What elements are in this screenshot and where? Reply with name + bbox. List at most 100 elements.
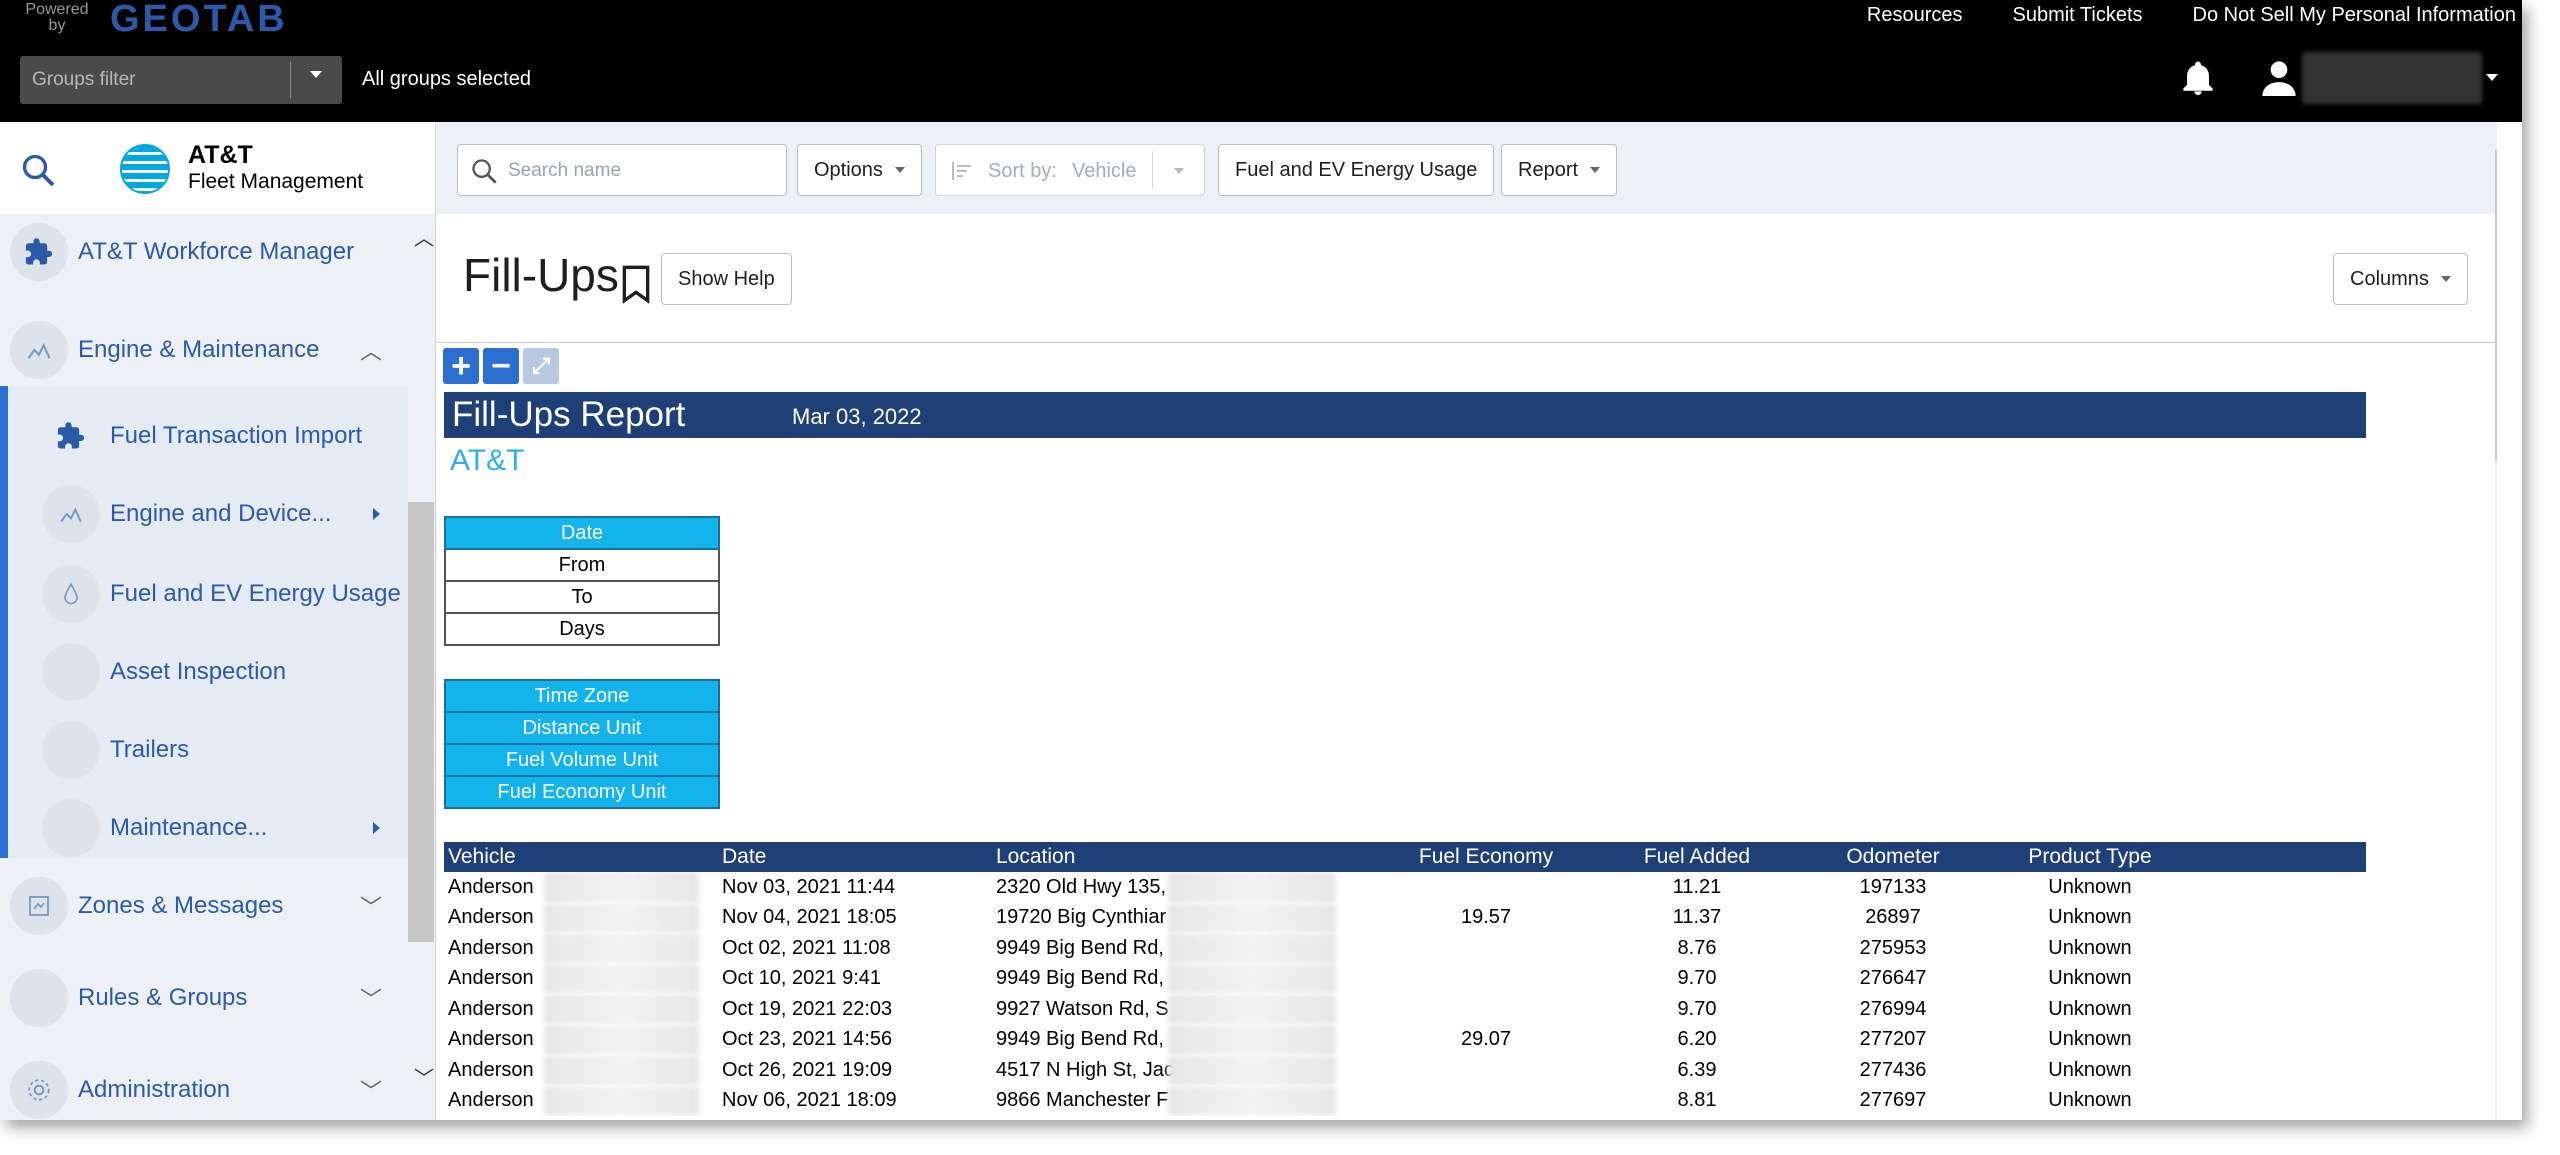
cell-fuel-economy-text: 19.57 bbox=[1460, 906, 1512, 929]
cell-vehicle-text: Anderson bbox=[448, 1028, 534, 1051]
param-header: Time Zone bbox=[444, 679, 720, 713]
report-title: Fill-Ups Report bbox=[452, 395, 686, 434]
resources-link[interactable]: Resources bbox=[1867, 4, 1963, 27]
user-name-redacted[interactable] bbox=[2302, 52, 2482, 104]
report-date: Mar 03, 2022 bbox=[792, 404, 922, 429]
cell-odometer-text: 277207 bbox=[1859, 1028, 1927, 1051]
submit-tickets-link[interactable]: Submit Tickets bbox=[2012, 4, 2142, 27]
table-row: Anderson Oct 02, 2021 11:08 9949 Big Bend … bbox=[444, 933, 2366, 964]
redacted-vehicle-name bbox=[544, 902, 699, 933]
sort-label: Sort by: bbox=[988, 160, 1057, 182]
do-not-sell-link[interactable]: Do Not Sell My Personal Information bbox=[2193, 4, 2516, 27]
groups-filter-placeholder: Groups filter bbox=[32, 69, 136, 90]
cell-fuel-added-text: 6.39 bbox=[1677, 1058, 1717, 1081]
sidebar-item-rules-groups[interactable]: Rules & Groups ﹀ bbox=[0, 960, 408, 1036]
cell-fuel-economy bbox=[1370, 933, 1602, 964]
cell-spacer bbox=[2186, 994, 2366, 1025]
logo-name: AT&T bbox=[188, 141, 253, 169]
scroll-down-icon[interactable]: ﹀ bbox=[414, 1062, 434, 1091]
chevron-down-icon[interactable]: ﹀ bbox=[360, 982, 382, 1014]
zoom-out-icon[interactable]: − bbox=[483, 348, 519, 384]
columns-button[interactable]: Columns bbox=[2333, 253, 2468, 305]
sidebar-item-engine-maintenance[interactable]: Engine & Maintenance ︿ bbox=[0, 312, 408, 388]
blank-icon bbox=[10, 969, 68, 1027]
cell-product-type-text: Unknown bbox=[2048, 997, 2132, 1020]
caret-right-icon[interactable] bbox=[373, 508, 380, 520]
cell-odometer: 277207 bbox=[1792, 1025, 1994, 1056]
cell-odometer-text: 276994 bbox=[1859, 997, 1927, 1020]
param-label: Days bbox=[444, 612, 720, 646]
options-label: Options bbox=[814, 158, 883, 181]
bell-icon[interactable] bbox=[2180, 60, 2216, 98]
options-button[interactable]: Options bbox=[797, 144, 922, 196]
cell-vehicle-text: Anderson bbox=[448, 997, 534, 1020]
chevron-down-icon[interactable] bbox=[2486, 74, 2498, 81]
redacted-location bbox=[1168, 872, 1336, 903]
fuel-ev-usage-label: Fuel and EV Energy Usage bbox=[1235, 158, 1478, 181]
caret-right-icon[interactable] bbox=[373, 822, 380, 834]
search-input[interactable]: Search name bbox=[457, 144, 787, 196]
sidebar-item-zones-messages[interactable]: Zones & Messages ﹀ bbox=[0, 868, 408, 944]
chevron-up-icon[interactable]: ︿ bbox=[360, 334, 382, 366]
fit-icon[interactable]: ⤢ bbox=[523, 348, 559, 384]
sidebar-item-fuel-ev-usage[interactable]: Fuel and EV Energy Usage bbox=[0, 556, 408, 632]
sidebar-scroll-thumb[interactable] bbox=[408, 502, 434, 942]
sidebar-item-asset-inspection[interactable]: Asset Inspection bbox=[0, 634, 408, 710]
cell-product-type: Unknown bbox=[1994, 933, 2186, 964]
cell-vehicle: Anderson bbox=[444, 902, 718, 933]
sort-dropdown[interactable]: Sort by: Vehicle bbox=[935, 144, 1205, 196]
sidebar-item-fuel-transaction-import[interactable]: Fuel Transaction Import bbox=[0, 398, 408, 474]
sidebar-item-trailers[interactable]: Trailers bbox=[0, 712, 408, 788]
cell-odometer: 277697 bbox=[1792, 1086, 1994, 1117]
user-icon[interactable] bbox=[2262, 60, 2296, 96]
sidebar-item-workforce-manager[interactable]: AT&T Workforce Manager bbox=[0, 214, 408, 290]
cell-fuel-added: 8.81 bbox=[1602, 1086, 1792, 1117]
zoom-in-icon[interactable]: + bbox=[443, 348, 479, 384]
redacted-location bbox=[1168, 902, 1336, 933]
top-bar: Powered by GEOTAB Resources Submit Ticke… bbox=[0, 0, 2522, 122]
scroll-up-icon[interactable]: ︿ bbox=[414, 222, 434, 251]
search-icon[interactable] bbox=[20, 152, 56, 188]
column-header-spacer bbox=[2186, 842, 2366, 872]
groups-filter-dropdown[interactable]: Groups filter bbox=[20, 56, 342, 104]
cell-location: 4517 N High St, Jac bbox=[992, 1055, 1370, 1086]
sidebar-item-label: Rules & Groups bbox=[78, 984, 248, 1011]
cell-odometer: 26897 bbox=[1792, 903, 1994, 934]
top-links: Resources Submit Tickets Do Not Sell My … bbox=[1867, 4, 2516, 27]
show-help-button[interactable]: Show Help bbox=[661, 253, 792, 305]
redacted-vehicle-name bbox=[544, 963, 699, 994]
cell-fuel-economy-text: 29.07 bbox=[1460, 1028, 1512, 1051]
sidebar-item-engine-device[interactable]: Engine and Device... bbox=[0, 476, 408, 552]
main-scroll-thumb[interactable] bbox=[2495, 150, 2497, 460]
cell-vehicle-text: Anderson bbox=[448, 875, 534, 898]
geotab-logo[interactable]: GEOTAB bbox=[110, 0, 288, 41]
fuel-ev-usage-button[interactable]: Fuel and EV Energy Usage bbox=[1218, 144, 1495, 196]
bookmark-icon[interactable] bbox=[619, 264, 653, 304]
report-label: Report bbox=[1518, 158, 1579, 181]
chevron-down-icon[interactable]: ﹀ bbox=[360, 1074, 382, 1106]
table-row: Anderson Nov 04, 2021 18:05 19720 Big Cynt… bbox=[444, 902, 2366, 934]
cell-product-type-text: Unknown bbox=[2048, 1028, 2132, 1051]
report-button[interactable]: Report bbox=[1501, 144, 1618, 196]
columns-label: Columns bbox=[2350, 267, 2429, 290]
cell-odometer-text: 277697 bbox=[1859, 1089, 1927, 1112]
sidebar-item-administration[interactable]: Administration ﹀ bbox=[0, 1052, 408, 1120]
chevron-down-icon[interactable] bbox=[1174, 168, 1184, 174]
sidebar-item-label: Trailers bbox=[110, 736, 190, 763]
cell-date: Oct 10, 2021 9:41 bbox=[718, 964, 992, 995]
param-header: Date bbox=[444, 516, 720, 550]
sort-value: Vehicle bbox=[1072, 160, 1137, 182]
cell-product-type: Unknown bbox=[1994, 872, 2186, 903]
cell-odometer-text: 197133 bbox=[1859, 875, 1927, 898]
cell-location: 9866 Manchester F bbox=[992, 1085, 1370, 1116]
cell-fuel-added: 9.70 bbox=[1602, 964, 1792, 995]
cell-fuel-added-text: 6.20 bbox=[1677, 1028, 1717, 1051]
sidebar-item-label: Engine and Device... bbox=[110, 500, 332, 527]
table-body: Anderson Nov 03, 2021 11:44 2320 Old Hwy 1… bbox=[444, 872, 2366, 1116]
sidebar-item-maintenance[interactable]: Maintenance... bbox=[0, 790, 408, 866]
groups-status-text: All groups selected bbox=[362, 68, 531, 90]
chevron-down-icon[interactable] bbox=[310, 71, 322, 78]
cell-location: 9949 Big Bend Rd, bbox=[992, 933, 1370, 964]
chevron-down-icon[interactable]: ﹀ bbox=[360, 890, 382, 922]
gear-icon bbox=[10, 1061, 68, 1119]
